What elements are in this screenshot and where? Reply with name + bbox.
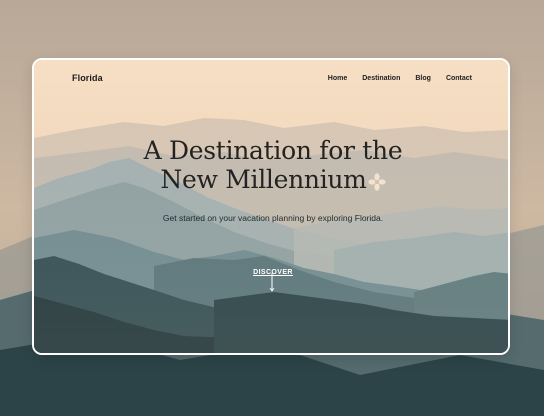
hero-card: Florida Home Destination Blog Contact A … <box>32 58 510 355</box>
nav-item-destination[interactable]: Destination <box>362 75 400 82</box>
brand-logo[interactable]: Florida <box>72 73 103 83</box>
arrow-down-icon[interactable] <box>269 273 275 293</box>
hero-subtitle: Get started on your vacation planning by… <box>162 213 384 223</box>
nav-item-home[interactable]: Home <box>328 75 347 82</box>
hero-title-line2: New Millennium <box>160 165 367 194</box>
main-nav: Home Destination Blog Contact <box>328 75 472 82</box>
nav-item-contact[interactable]: Contact <box>446 75 472 82</box>
hero-title-line1: A Destination for the <box>143 136 403 165</box>
hero-mountain-image <box>34 60 508 353</box>
hero-title: A Destination for the New Millennium <box>34 136 508 194</box>
flower-icon <box>367 172 386 191</box>
hero-title-line2-wrap: New Millennium <box>34 165 508 194</box>
nav-item-blog[interactable]: Blog <box>415 75 431 82</box>
